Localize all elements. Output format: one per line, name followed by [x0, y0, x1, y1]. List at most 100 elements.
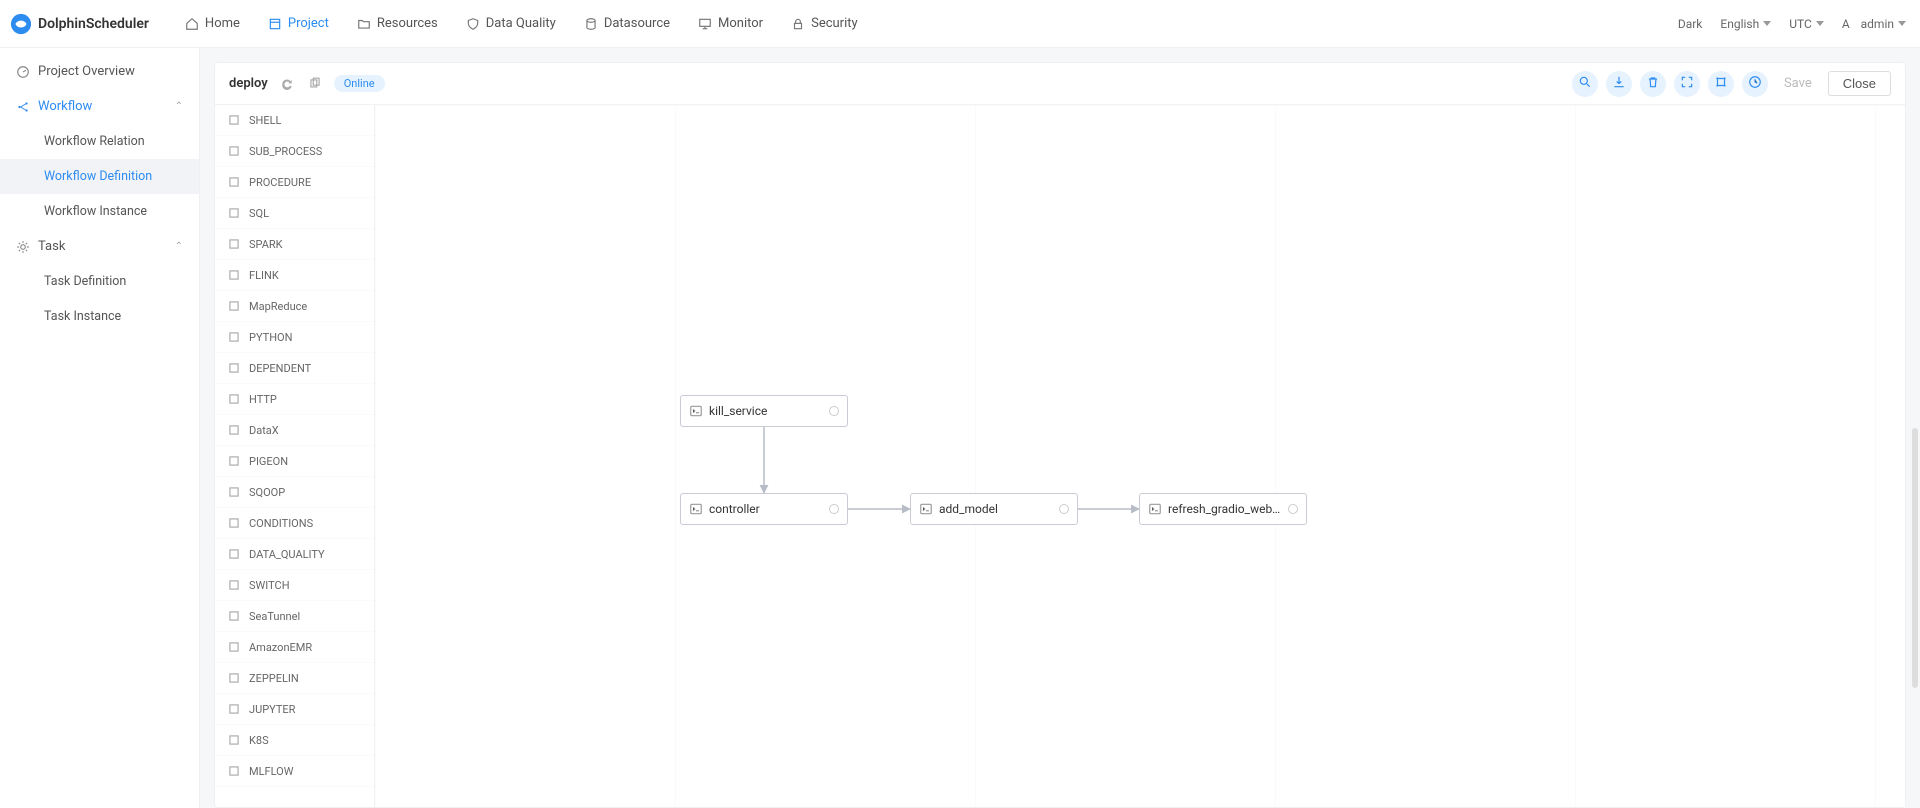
language-label: English [1720, 17, 1759, 31]
timezone-label: UTC [1789, 17, 1812, 31]
tool-shell[interactable]: SHELL [215, 105, 374, 136]
task-type-icon [227, 268, 241, 282]
fullscreen-icon [1680, 75, 1694, 93]
sidebar-item-overview[interactable]: Project Overview [0, 54, 199, 89]
tool-label: AmazonEMR [249, 641, 312, 654]
download-button[interactable] [1606, 71, 1632, 97]
tool-label: SPARK [249, 238, 283, 251]
sidebar-item-task-definition[interactable]: Task Definition [0, 264, 199, 299]
tool-label: DEPENDENT [249, 362, 311, 375]
sidebar-overview-label: Project Overview [38, 64, 135, 79]
tool-pigeon[interactable]: PIGEON [215, 446, 374, 477]
theme-toggle[interactable]: Dark [1678, 17, 1703, 31]
sidebar-group-workflow[interactable]: Workflow ⌃ [0, 89, 199, 124]
close-button[interactable]: Close [1828, 71, 1891, 96]
task-type-icon [227, 237, 241, 251]
tool-spark[interactable]: SPARK [215, 229, 374, 260]
workflow-name: deploy [229, 76, 268, 91]
tool-amazonemr[interactable]: AmazonEMR [215, 632, 374, 663]
dag-node-ctrl[interactable]: controller [680, 493, 848, 525]
sidebar-workflow-label: Workflow [38, 99, 92, 114]
version-button[interactable] [1742, 71, 1768, 97]
chevron-down-icon [1898, 21, 1906, 26]
version-icon [1748, 75, 1762, 93]
tool-label: FLINK [249, 269, 279, 282]
scrollbar[interactable] [1912, 428, 1918, 688]
tool-datax[interactable]: DataX [215, 415, 374, 446]
nav-item-data-quality[interactable]: Data Quality [452, 0, 570, 48]
sidebar-group-task[interactable]: Task ⌃ [0, 229, 199, 264]
tool-k8s[interactable]: K8S [215, 725, 374, 756]
workflow-card: deploy Online Save Close SHELLSUB_PROCES… [214, 62, 1906, 808]
nav-label: Datasource [604, 16, 670, 31]
tool-label: SWITCH [249, 579, 290, 592]
dag-canvas[interactable]: kill_service controller add_model refresh_g… [375, 105, 1905, 807]
tool-zeppelin[interactable]: ZEPPELIN [215, 663, 374, 694]
save-button[interactable]: Save [1776, 76, 1820, 91]
tool-data_quality[interactable]: DATA_QUALITY [215, 539, 374, 570]
task-type-icon [227, 175, 241, 189]
nav-item-datasource[interactable]: Datasource [570, 0, 684, 48]
top-nav: DolphinScheduler HomeProjectResourcesDat… [0, 0, 1920, 48]
task-type-icon [227, 361, 241, 375]
search-button[interactable] [1572, 71, 1598, 97]
sidebar-item-workflow-relation[interactable]: Workflow Relation [0, 124, 199, 159]
brand-logo-icon [10, 13, 32, 35]
tool-python[interactable]: PYTHON [215, 322, 374, 353]
tool-dependent[interactable]: DEPENDENT [215, 353, 374, 384]
shell-icon [919, 502, 933, 516]
tool-label: PROCEDURE [249, 176, 311, 189]
dashboard-icon [16, 65, 30, 79]
tool-label: HTTP [249, 393, 277, 406]
task-type-icon [227, 733, 241, 747]
gear-icon [16, 240, 30, 254]
status-badge: Online [334, 75, 385, 92]
tool-mlflow[interactable]: MLFLOW [215, 756, 374, 787]
trash-button[interactable] [1640, 71, 1666, 97]
user-menu[interactable]: A admin [1842, 17, 1906, 31]
sidebar: Project Overview Workflow ⌃ Workflow Rel… [0, 48, 200, 808]
task-type-icon [227, 299, 241, 313]
nav-item-project[interactable]: Project [254, 0, 343, 48]
db-icon [584, 17, 598, 31]
task-toolbox: SHELLSUB_PROCESS PROCEDURE SQL SPARK FLINK Ma… [215, 105, 375, 807]
tool-http[interactable]: HTTP [215, 384, 374, 415]
tool-label: DataX [249, 424, 279, 437]
tool-label: PIGEON [249, 455, 288, 468]
node-label: refresh_gradio_web… [1168, 502, 1282, 516]
refresh-icon[interactable] [278, 75, 296, 93]
tool-sub_process[interactable]: SUB_PROCESS [215, 136, 374, 167]
dag-node-ref[interactable]: refresh_gradio_web… [1139, 493, 1307, 525]
nav-item-security[interactable]: Security [777, 0, 872, 48]
nav-item-monitor[interactable]: Monitor [684, 0, 777, 48]
tool-procedure[interactable]: PROCEDURE [215, 167, 374, 198]
sidebar-item-workflow-definition[interactable]: Workflow Definition [0, 159, 199, 194]
nav-item-resources[interactable]: Resources [343, 0, 452, 48]
format-button[interactable] [1708, 71, 1734, 97]
sidebar-task-label: Task [38, 239, 65, 254]
tool-jupyter[interactable]: JUPYTER [215, 694, 374, 725]
lock-icon [791, 17, 805, 31]
tool-flink[interactable]: FLINK [215, 260, 374, 291]
node-status-icon [829, 406, 839, 416]
tool-conditions[interactable]: CONDITIONS [215, 508, 374, 539]
dag-node-add[interactable]: add_model [910, 493, 1078, 525]
nav-item-home[interactable]: Home [171, 0, 254, 48]
fullscreen-button[interactable] [1674, 71, 1700, 97]
timezone-select[interactable]: UTC [1789, 17, 1824, 31]
brand[interactable]: DolphinScheduler [10, 13, 149, 35]
tool-switch[interactable]: SWITCH [215, 570, 374, 601]
user-prefix: A [1842, 17, 1850, 31]
language-select[interactable]: English [1720, 17, 1771, 31]
tool-seatunnel[interactable]: SeaTunnel [215, 601, 374, 632]
sidebar-item-task-instance[interactable]: Task Instance [0, 299, 199, 334]
dag-node-kill[interactable]: kill_service [680, 395, 848, 427]
main: deploy Online Save Close SHELLSUB_PROCES… [200, 48, 1920, 808]
tool-mapreduce[interactable]: MapReduce [215, 291, 374, 322]
node-status-icon [1059, 504, 1069, 514]
tool-sql[interactable]: SQL [215, 198, 374, 229]
copy-icon[interactable] [306, 75, 324, 93]
sidebar-item-workflow-instance[interactable]: Workflow Instance [0, 194, 199, 229]
theme-label: Dark [1678, 17, 1703, 31]
tool-sqoop[interactable]: SQOOP [215, 477, 374, 508]
